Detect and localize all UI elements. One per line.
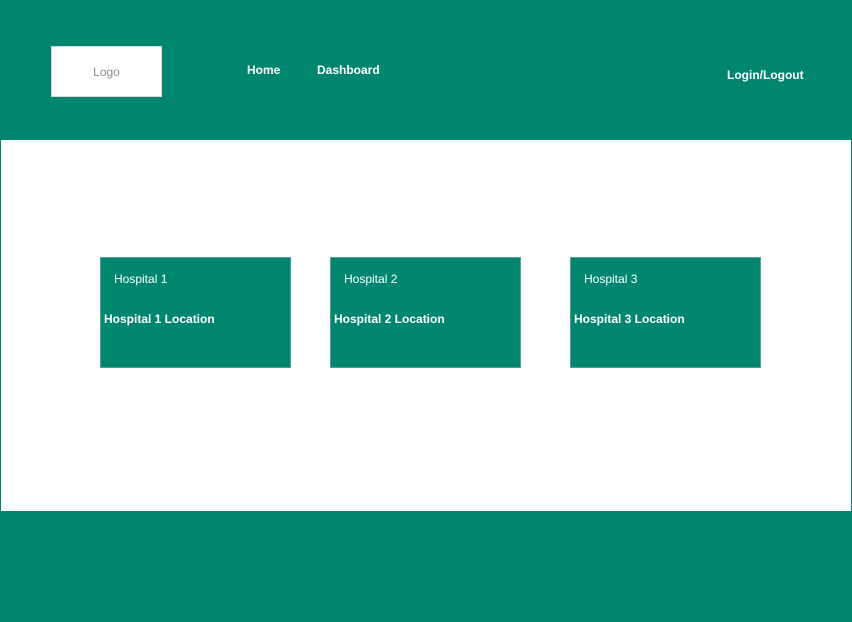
- hospital-location: Hospital 2 Location: [334, 312, 445, 326]
- hospital-card[interactable]: Hospital 3 Hospital 3 Location: [570, 257, 761, 368]
- top-header: Logo Home Dashboard Login/Logout: [1, 1, 851, 140]
- logo-text: Logo: [93, 64, 120, 79]
- nav-dashboard-link[interactable]: Dashboard: [317, 63, 380, 77]
- hospital-card[interactable]: Hospital 2 Hospital 2 Location: [330, 257, 521, 368]
- login-logout-link[interactable]: Login/Logout: [727, 68, 804, 82]
- footer: [1, 511, 851, 621]
- hospital-name: Hospital 3: [584, 272, 638, 286]
- nav-home-link[interactable]: Home: [247, 63, 280, 77]
- logo[interactable]: Logo: [51, 46, 162, 97]
- hospital-name: Hospital 2: [344, 272, 398, 286]
- hospital-card[interactable]: Hospital 1 Hospital 1 Location: [100, 257, 291, 368]
- hospital-name: Hospital 1: [114, 272, 168, 286]
- hospital-location: Hospital 3 Location: [574, 312, 685, 326]
- hospital-location: Hospital 1 Location: [104, 312, 215, 326]
